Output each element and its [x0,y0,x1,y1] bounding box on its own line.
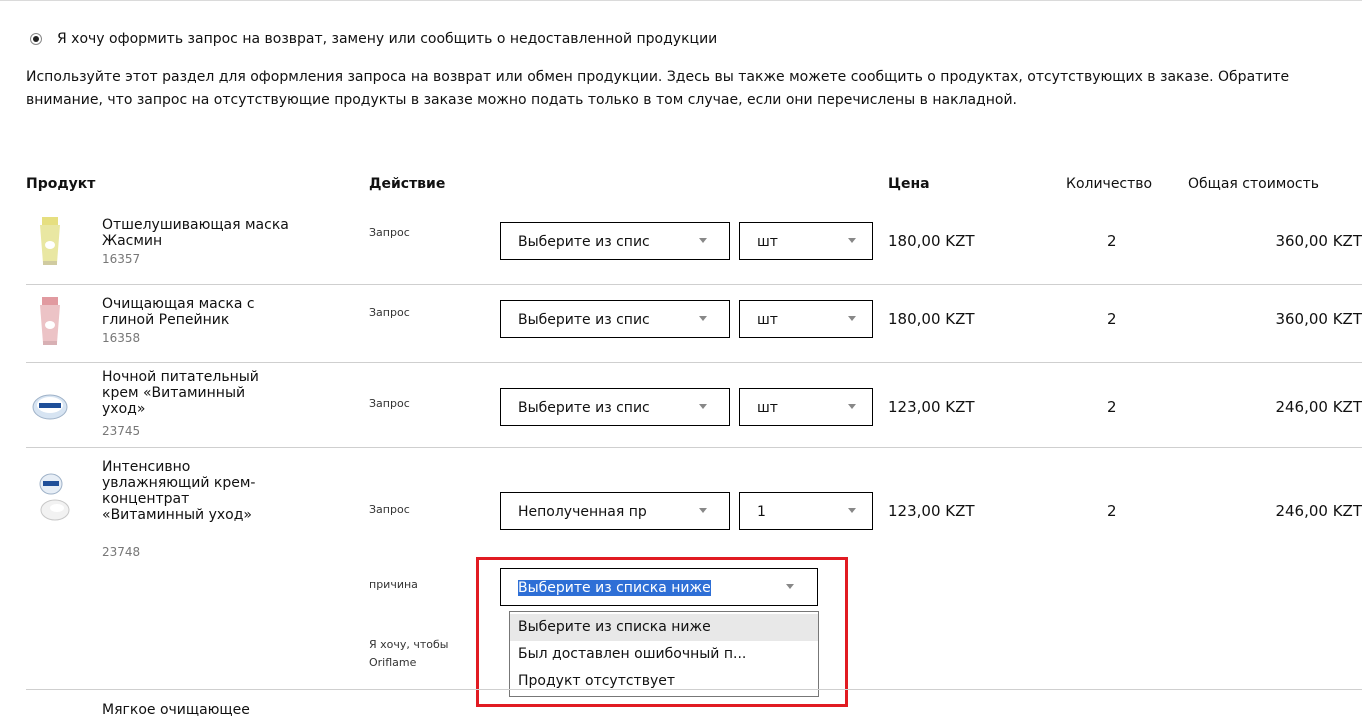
price: 180,00 KZT [888,232,975,250]
product-thumbnail-night-cream [32,394,68,420]
unit-select[interactable]: шт [739,300,873,338]
quantity: 2 [1107,502,1117,520]
row-divider [26,447,1362,448]
product-name: Интенсивно увлажняющий крем-концентрат «… [102,459,256,523]
action-select[interactable]: Выберите из спис [500,388,730,426]
total: 360,00 KZT [1275,232,1362,250]
quantity: 2 [1107,398,1117,416]
product-name: Очищающая маска с глиной Репейник [102,296,255,328]
top-divider [0,0,1362,1]
highlight-box [476,557,848,707]
chevron-down-icon [699,508,707,513]
product-name-partial: Мягкое очищающее [102,702,250,718]
total: 246,00 KZT [1275,502,1362,520]
product-code: 23745 [102,424,141,438]
header-quantity: Количество [1066,176,1153,192]
chevron-down-icon [848,404,856,409]
quantity: 2 [1107,310,1117,328]
reason-note-line1: Я хочу, чтобы [369,638,449,651]
header-price: Цена [888,176,930,192]
header-product: Продукт [26,176,96,192]
price: 123,00 KZT [888,502,975,520]
quantity: 2 [1107,232,1117,250]
unit-select[interactable]: 1 [739,492,873,530]
action-label: Запрос [369,306,410,319]
reason-note-line2: Oriflame [369,656,417,669]
total: 360,00 KZT [1275,310,1362,328]
action-select[interactable]: Выберите из спис [500,300,730,338]
product-thumbnail-burdock [40,297,60,345]
product-thumbnail-jasmine [40,217,60,265]
request-radio[interactable] [30,33,42,45]
product-code: 23748 [102,545,141,559]
product-thumbnail-intensive-cream [39,473,70,521]
reason-label: причина [369,578,418,591]
action-label: Запрос [369,397,410,410]
row-divider [26,689,1362,690]
chevron-down-icon [848,316,856,321]
header-action: Действие [369,176,446,192]
action-label: Запрос [369,226,410,239]
product-name: Ночной питательный крем «Витаминный уход… [102,369,259,417]
unit-select[interactable]: шт [739,222,873,260]
price: 123,00 KZT [888,398,975,416]
action-select[interactable]: Выберите из спис [500,222,730,260]
unit-select[interactable]: шт [739,388,873,426]
chevron-down-icon [699,404,707,409]
chevron-down-icon [848,508,856,513]
price: 180,00 KZT [888,310,975,328]
product-name: Отшелушивающая маска Жасмин [102,217,289,249]
product-code: 16358 [102,331,141,345]
product-code: 16357 [102,252,141,266]
chevron-down-icon [848,238,856,243]
request-radio-label[interactable]: Я хочу оформить запрос на возврат, замен… [57,31,717,47]
action-select[interactable]: Неполученная пр [500,492,730,530]
total: 246,00 KZT [1275,398,1362,416]
chevron-down-icon [699,316,707,321]
row-divider [26,362,1362,363]
action-label: Запрос [369,503,410,516]
header-total: Общая стоимость [1188,176,1320,192]
chevron-down-icon [699,238,707,243]
row-divider [26,284,1362,285]
radio-dot [33,36,39,42]
intro-text: Используйте этот раздел для оформления з… [26,69,1290,108]
